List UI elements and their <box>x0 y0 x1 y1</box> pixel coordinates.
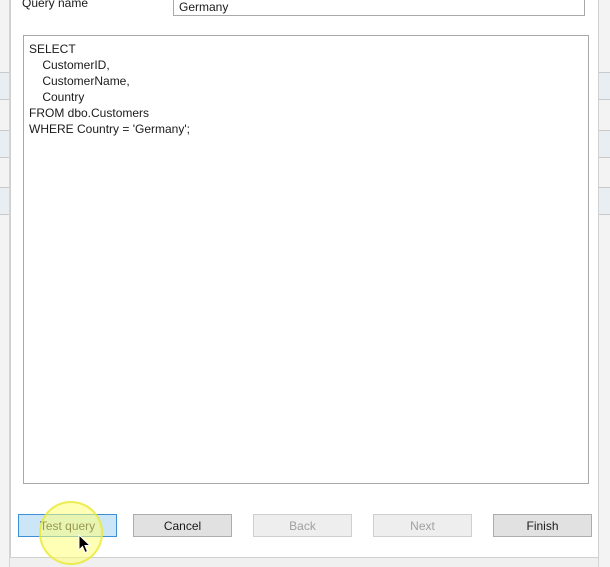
background-row <box>0 130 9 158</box>
query-dialog: Query name Germany SELECT CustomerID, Cu… <box>10 0 599 558</box>
sql-line: WHERE Country = 'Germany'; <box>29 122 190 136</box>
back-button[interactable]: Back <box>253 514 352 537</box>
sql-line: Country <box>29 90 85 104</box>
query-name-input[interactable]: Germany <box>173 0 585 16</box>
finish-button[interactable]: Finish <box>493 514 592 537</box>
background-row <box>599 187 610 215</box>
background-row <box>0 187 9 215</box>
sql-line: SELECT <box>29 42 76 56</box>
sql-line: FROM dbo.Customers <box>29 106 150 120</box>
query-name-label: Query name <box>22 0 89 10</box>
background-window-right <box>598 0 610 567</box>
background-window-left <box>0 0 10 567</box>
background-row <box>599 130 610 158</box>
test-query-button[interactable]: Test query <box>18 514 117 537</box>
sql-line: CustomerName, <box>29 74 130 88</box>
background-row <box>599 72 610 100</box>
next-button[interactable]: Next <box>373 514 472 537</box>
sql-line: CustomerID, <box>29 58 110 72</box>
screen: Query name Germany SELECT CustomerID, Cu… <box>0 0 610 567</box>
cancel-button[interactable]: Cancel <box>133 514 232 537</box>
background-row <box>0 72 9 100</box>
sql-editor[interactable]: SELECT CustomerID, CustomerName, Country… <box>23 35 589 484</box>
